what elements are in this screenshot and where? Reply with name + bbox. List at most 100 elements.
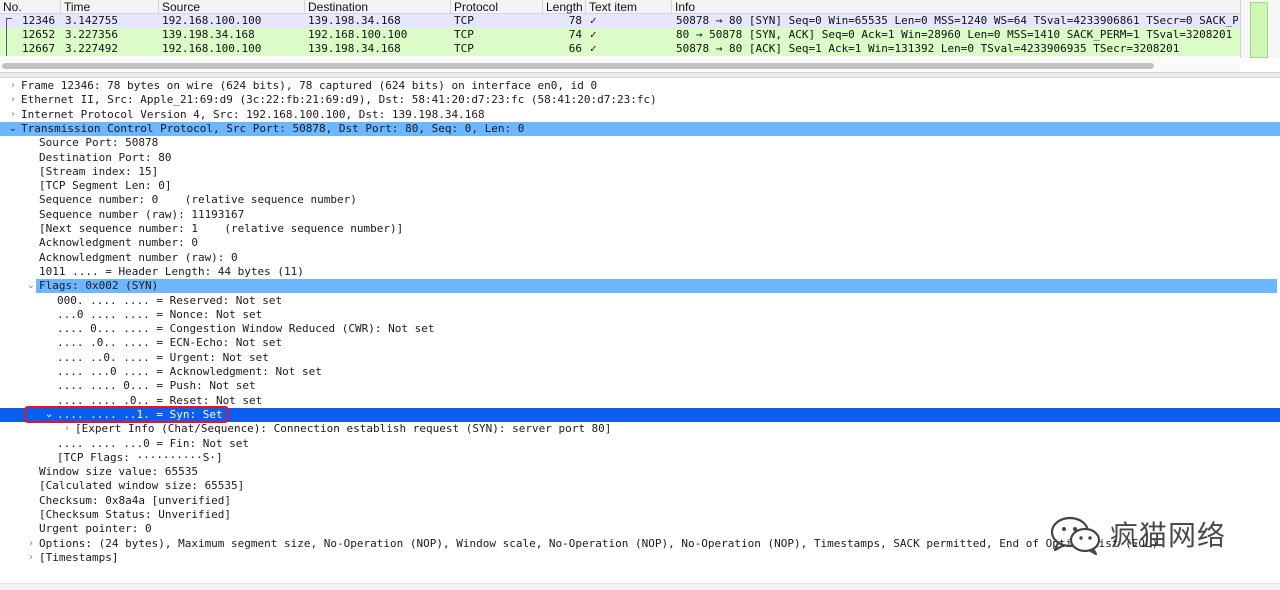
tree-row[interactable]: .... ..0. .... = Urgent: Not set [0, 351, 1280, 365]
tree-row[interactable]: .... .... ...0 = Fin: Not set [0, 437, 1280, 451]
packet-protocol: TCP [454, 14, 474, 27]
expanded-chevron-icon[interactable]: ⌄ [8, 122, 18, 136]
tree-row[interactable]: Sequence number: 0 (relative sequence nu… [0, 193, 1280, 207]
tree-row-text: Sequence number (raw): 11193167 [39, 208, 245, 221]
collapsed-chevron-icon[interactable]: › [8, 108, 18, 122]
packet-text-item: ✓ [590, 14, 597, 27]
column-header-text-item[interactable]: Text item [586, 0, 672, 14]
packet-text-item: ✓ [590, 28, 597, 41]
column-header-protocol[interactable]: Protocol [451, 0, 543, 14]
tree-row-text: [Stream index: 15] [39, 165, 159, 178]
expanded-chevron-icon[interactable]: ⌄ [26, 279, 36, 293]
tree-row[interactable]: .... ...0 .... = Acknowledgment: Not set [0, 365, 1280, 379]
packet-list-header: No. Time Source Destination Protocol Len… [0, 0, 1240, 14]
packet-row[interactable]: 12667 3.227492 192.168.100.100 139.198.3… [0, 42, 1240, 56]
packet-protocol: TCP [454, 42, 474, 55]
tree-row-text: Acknowledgment number (raw): 0 [39, 251, 238, 264]
packet-source: 139.198.34.168 [162, 28, 255, 41]
tree-row-text: .... .0.. .... = ECN-Echo: Not set [57, 336, 283, 349]
tree-row-text: .... .... 0... = Push: Not set [57, 379, 256, 392]
packet-destination: 139.198.34.168 [308, 14, 401, 27]
tree-row-text: Options: (24 bytes), Maximum segment siz… [39, 537, 1159, 550]
minimap-marker [1250, 2, 1268, 58]
tree-row[interactable]: › [Expert Info (Chat/Sequence): Connectio… [0, 422, 1280, 436]
tree-row[interactable]: Source Port: 50878 [0, 136, 1280, 150]
packet-time: 3.142755 [65, 14, 118, 27]
tree-row[interactable]: [Next sequence number: 1 (relative seque… [0, 222, 1280, 236]
tree-row[interactable]: [TCP Flags: ··········S·] [0, 451, 1280, 465]
conversation-bracket-tick [6, 18, 12, 19]
packet-destination: 192.168.100.100 [308, 28, 408, 41]
tree-row[interactable]: ⌄ Flags: 0x002 (SYN) [0, 279, 1280, 293]
packet-list-pane: No. Time Source Destination Protocol Len… [0, 0, 1280, 72]
tree-row[interactable]: Acknowledgment number (raw): 0 [0, 251, 1280, 265]
tree-row[interactable]: Destination Port: 80 [0, 151, 1280, 165]
tree-row-text: Sequence number: 0 (relative sequence nu… [39, 193, 357, 206]
tree-row-highlight [36, 279, 1277, 293]
collapsed-chevron-icon[interactable]: › [8, 79, 18, 93]
tree-row[interactable]: Checksum: 0x8a4a [unverified] [0, 494, 1280, 508]
tree-row-text: [TCP Segment Len: 0] [39, 179, 172, 192]
tree-row-text: Flags: 0x002 (SYN) [39, 279, 159, 292]
packet-list-hscroll-thumb[interactable] [2, 63, 1154, 69]
tree-row-text: Window size value: 65535 [39, 465, 198, 478]
packet-text-item: ✓ [590, 42, 597, 55]
packet-time: 3.227492 [65, 42, 118, 55]
tree-row-text: [Calculated window size: 65535] [39, 479, 245, 492]
tree-row[interactable]: › Ethernet II, Src: Apple_21:69:d9 (3c:22… [0, 93, 1280, 107]
tree-row-text: Urgent pointer: 0 [39, 522, 152, 535]
tree-row[interactable]: Sequence number (raw): 11193167 [0, 208, 1280, 222]
watermark-text: 疯猫网络 [1110, 519, 1227, 552]
collapsed-chevron-icon[interactable]: › [62, 422, 72, 436]
packet-no: 12667 [22, 42, 56, 55]
packet-source: 192.168.100.100 [162, 14, 262, 27]
tree-row-text: [TCP Flags: ··········S·] [57, 451, 223, 464]
column-header-info[interactable]: Info [672, 0, 1240, 14]
tree-row-text: Transmission Control Protocol, Src Port:… [21, 122, 525, 135]
packet-no: 12652 [22, 28, 56, 41]
tree-row[interactable]: .... .0.. .... = ECN-Echo: Not set [0, 336, 1280, 350]
tree-row-text: [Checksum Status: Unverified] [39, 508, 232, 521]
tree-row-text: .... 0... .... = Congestion Window Reduc… [57, 322, 435, 335]
tree-row[interactable]: .... 0... .... = Congestion Window Reduc… [0, 322, 1280, 336]
tree-row[interactable]: [Stream index: 15] [0, 165, 1280, 179]
details-hscroll-track[interactable] [0, 583, 1280, 590]
tree-row[interactable]: [Calculated window size: 65535] [0, 479, 1280, 493]
tree-row[interactable]: 000. .... .... = Reserved: Not set [0, 294, 1280, 308]
packet-row[interactable]: 12652 3.227356 139.198.34.168 192.168.10… [0, 28, 1240, 42]
wechat-icon [1050, 516, 1101, 556]
tree-row-text: Ethernet II, Src: Apple_21:69:d9 (3c:22:… [21, 93, 657, 106]
tree-row[interactable]: ⌄ Transmission Control Protocol, Src Port… [0, 122, 1280, 136]
column-header-time[interactable]: Time [61, 0, 159, 14]
tree-row-text: ...0 .... .... = Nonce: Not set [57, 308, 263, 321]
column-header-source[interactable]: Source [159, 0, 305, 14]
tree-row[interactable]: › Internet Protocol Version 4, Src: 192.1… [0, 108, 1280, 122]
tree-row[interactable]: 1011 .... = Header Length: 44 bytes (11) [0, 265, 1280, 279]
pane-splitter[interactable] [0, 72, 1280, 78]
tree-row-text: 000. .... .... = Reserved: Not set [57, 294, 283, 307]
tree-row-text: .... .... ...0 = Fin: Not set [57, 437, 250, 450]
collapsed-chevron-icon[interactable]: › [26, 537, 36, 551]
packet-info: 50878 → 80 [SYN] Seq=0 Win=65535 Len=0 M… [676, 14, 1238, 27]
tree-row[interactable]: › Frame 12346: 78 bytes on wire (624 bits… [0, 79, 1280, 93]
column-header-no[interactable]: No. [0, 0, 61, 14]
packet-source: 192.168.100.100 [162, 42, 262, 55]
packet-protocol: TCP [454, 28, 474, 41]
tree-row[interactable]: [TCP Segment Len: 0] [0, 179, 1280, 193]
tree-row[interactable]: Window size value: 65535 [0, 465, 1280, 479]
collapsed-chevron-icon[interactable]: › [26, 551, 36, 565]
packet-destination: 139.198.34.168 [308, 42, 401, 55]
column-header-length[interactable]: Length [543, 0, 586, 14]
packet-length: 74 [568, 28, 582, 41]
tree-row[interactable]: ...0 .... .... = Nonce: Not set [0, 308, 1280, 322]
column-header-destination[interactable]: Destination [305, 0, 451, 14]
tree-row[interactable]: Acknowledgment number: 0 [0, 236, 1280, 250]
conversation-bracket [6, 18, 7, 56]
tree-row-text: .... ..0. .... = Urgent: Not set [57, 351, 269, 364]
packet-row[interactable]: 12346 3.142755 192.168.100.100 139.198.3… [0, 14, 1240, 28]
syn-flag-callout [24, 406, 229, 423]
collapsed-chevron-icon[interactable]: › [8, 93, 18, 107]
tree-row[interactable]: .... .... 0... = Push: Not set [0, 379, 1280, 393]
tree-row-text: Source Port: 50878 [39, 136, 159, 149]
tree-row-text: Checksum: 0x8a4a [unverified] [39, 494, 232, 507]
